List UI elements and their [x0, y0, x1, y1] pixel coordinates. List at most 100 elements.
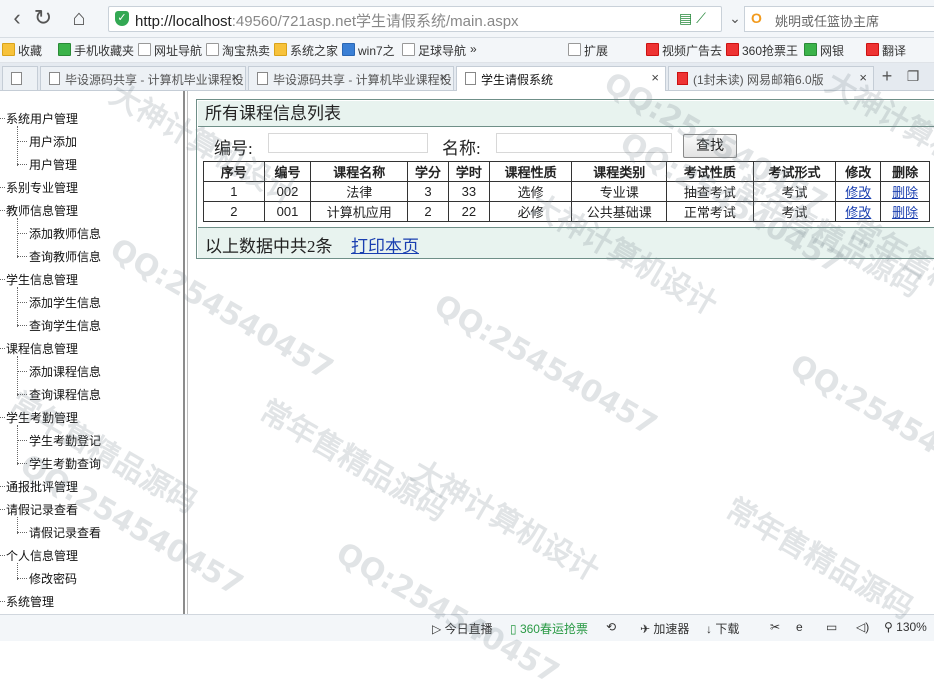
accel-item[interactable]: ✈ 加速器 — [640, 620, 689, 637]
status-bar: ▷ 今日直播 ▯ 360春运抢票 ⟲ ✈ 加速器 ↓ 下载 ✂ e ▭ ◁) ⚲… — [0, 614, 934, 641]
column-header: 课程名称 — [310, 161, 409, 182]
table-cell: 1 — [203, 181, 265, 202]
window-icon[interactable]: ▭ — [826, 620, 837, 634]
record-count: 以上数据中共2条 — [205, 237, 333, 256]
back-icon[interactable]: ‹ — [4, 5, 30, 31]
print-link[interactable]: 打印本页 — [351, 232, 419, 257]
url-tools-icon[interactable]: ▤ ⟋ — [679, 10, 706, 27]
page-icon — [402, 43, 415, 56]
tree-connector — [0, 210, 5, 211]
sidebar-item[interactable]: 添加学生信息 — [29, 294, 101, 311]
delete-link[interactable]: 删除 — [892, 205, 918, 220]
column-header: 课程类别 — [571, 161, 668, 182]
win-icon — [342, 43, 355, 56]
download-icon: ↓ — [706, 622, 712, 636]
sidebar-group[interactable]: 学生考勤管理 — [6, 409, 78, 426]
edit-link[interactable]: 修改 — [845, 185, 871, 200]
refresh-small-icon[interactable]: ⟲ — [606, 620, 616, 634]
url-text[interactable]: http://localhost:49560/721asp.net学生请假系统/… — [135, 10, 519, 31]
tree-connector — [17, 233, 27, 234]
sidebar-item[interactable]: 用户管理 — [29, 156, 77, 173]
sidebar-item[interactable]: 用户添加 — [29, 133, 77, 150]
sidebar-group[interactable]: 系别专业管理 — [6, 179, 78, 196]
fav-360[interactable]: 360抢票王 — [726, 42, 798, 59]
live-item[interactable]: ▷ 今日直播 — [432, 620, 493, 637]
ticket-item[interactable]: ▯ 360春运抢票 — [510, 620, 588, 637]
name-input[interactable] — [496, 133, 672, 153]
sidebar-group[interactable]: 系统用户管理 — [6, 110, 78, 127]
sidebar-item[interactable]: 查询课程信息 — [29, 386, 101, 403]
table-cell: 修改 — [835, 181, 882, 202]
sidebar-item[interactable]: 查询学生信息 — [29, 317, 101, 334]
close-icon[interactable]: × — [439, 70, 447, 85]
fav-extend[interactable]: 扩展 — [568, 42, 608, 59]
table-cell: 删除 — [880, 181, 930, 202]
main-frame: 所有课程信息列表 编号: 名称: 查找 序号 编号 课程名称 学分 学时 课程性质 课程类别… — [187, 91, 934, 614]
table-cell: 修改 — [835, 201, 882, 222]
delete-link[interactable]: 删除 — [892, 185, 918, 200]
refresh-icon[interactable]: ↻ — [30, 5, 56, 31]
fav-video[interactable]: 视频广告去 — [646, 42, 722, 59]
search-input[interactable]: O 姚明或任篮协主席 — [744, 6, 934, 32]
sidebar-group[interactable]: 学生信息管理 — [6, 271, 78, 288]
code-label: 编号: — [214, 139, 253, 158]
sidebar-item[interactable]: 添加教师信息 — [29, 225, 101, 242]
fav-more[interactable]: » — [470, 42, 477, 56]
fav-bank[interactable]: 网银 — [804, 42, 844, 59]
sound-icon[interactable]: ◁) — [856, 620, 869, 634]
edit-link[interactable]: 修改 — [845, 205, 871, 220]
close-icon[interactable]: × — [231, 70, 239, 85]
sidebar-item[interactable]: 请假记录查看 — [29, 524, 101, 541]
sidebar-tree: 系统用户管理 用户添加 用户管理 系别专业管理 教师信息管理 添加教师信息 查询教师信息 学生… — [0, 91, 185, 614]
table-cell: 法律 — [310, 181, 409, 202]
tab-sidebar-toggle[interactable] — [2, 66, 38, 90]
fav-collect[interactable]: 收藏 — [2, 42, 42, 59]
sidebar-item[interactable]: 查询教师信息 — [29, 248, 101, 265]
table-cell: 考试 — [752, 181, 837, 202]
close-icon[interactable]: × — [651, 70, 659, 85]
sidebar-group[interactable]: 课程信息管理 — [6, 340, 78, 357]
tree-connector — [17, 325, 27, 326]
sidebar-group[interactable]: 请假记录查看 — [6, 501, 78, 518]
tab-4[interactable]: (1封未读) 网易邮箱6.0版 × — [668, 66, 874, 90]
table-cell: 选修 — [488, 181, 573, 202]
fav-syshome[interactable]: 系统之家 — [274, 42, 338, 59]
tab-list-icon[interactable]: ❐ — [900, 63, 926, 89]
sidebar-item[interactable]: 修改密码 — [29, 570, 77, 587]
new-tab-icon[interactable]: + — [874, 63, 900, 89]
ie-icon[interactable]: e — [796, 620, 803, 634]
column-header: 课程性质 — [488, 161, 573, 182]
tree-connector — [17, 440, 27, 441]
sidebar-group[interactable]: 个人信息管理 — [6, 547, 78, 564]
close-icon[interactable]: × — [859, 70, 867, 85]
course-list-panel: 所有课程信息列表 编号: 名称: 查找 序号 编号 课程名称 学分 学时 课程性质 课程类别… — [196, 99, 934, 259]
fav-football[interactable]: 足球导航 — [402, 42, 466, 59]
zoom-level[interactable]: ⚲ 130% — [884, 620, 927, 634]
tree-connector — [17, 302, 27, 303]
screenshot-icon[interactable]: ✂ — [770, 620, 780, 634]
sidebar-item[interactable]: 学生考勤登记 — [29, 432, 101, 449]
fav-translate[interactable]: 翻译 — [866, 42, 906, 59]
column-header: 编号 — [263, 161, 312, 182]
tab-3-active[interactable]: 学生请假系统 × — [456, 66, 666, 91]
tab-2[interactable]: 毕设源码共享 - 计算机毕业课程设 × — [248, 66, 454, 90]
sidebar-item[interactable]: 添加课程信息 — [29, 363, 101, 380]
tree-connector — [17, 532, 27, 533]
fav-taobao[interactable]: 淘宝热卖 — [206, 42, 270, 59]
tree-connector — [0, 118, 5, 119]
sidebar-group[interactable]: 系统管理 — [6, 593, 54, 610]
url-input[interactable]: ✓ http://localhost:49560/721asp.net学生请假系… — [108, 6, 722, 32]
sidebar-item[interactable]: 学生考勤查询 — [29, 455, 101, 472]
fav-mobile[interactable]: 手机收藏夹 — [58, 42, 134, 59]
sidebar-group[interactable]: 通报批评管理 — [6, 478, 78, 495]
fav-win7[interactable]: win7之 — [342, 42, 395, 59]
download-item[interactable]: ↓ 下载 — [706, 620, 739, 637]
sidebar-group[interactable]: 教师信息管理 — [6, 202, 78, 219]
search-engine-icon: O — [751, 10, 762, 26]
code-input[interactable] — [268, 133, 428, 153]
home-icon[interactable]: ⌂ — [66, 5, 92, 31]
fav-nav[interactable]: 网址导航 — [138, 42, 202, 59]
doc-icon — [465, 72, 476, 85]
tab-1[interactable]: 毕设源码共享 - 计算机毕业课程设 × — [40, 66, 246, 90]
search-button[interactable]: 查找 — [683, 134, 737, 158]
